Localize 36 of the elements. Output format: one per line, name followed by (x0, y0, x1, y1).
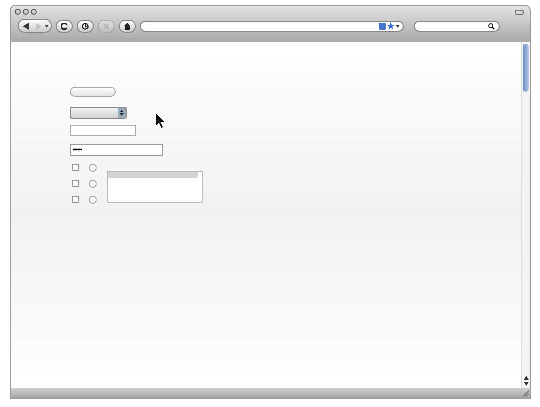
dropdown-caret-icon[interactable] (45, 24, 51, 28)
search-icon (488, 22, 495, 30)
zoom-icon[interactable] (31, 9, 37, 15)
reload-icon (61, 22, 68, 30)
history-button[interactable] (77, 20, 94, 32)
stop-icon (103, 22, 110, 30)
radio-button[interactable] (89, 164, 97, 172)
search-field[interactable] (414, 20, 500, 32)
caret-icon[interactable] (396, 24, 400, 28)
close-icon[interactable] (15, 9, 21, 15)
reload-button[interactable] (56, 20, 73, 32)
checkbox[interactable] (72, 180, 79, 187)
checkbox[interactable] (72, 196, 79, 203)
dropdown-select[interactable] (70, 107, 127, 119)
mouse-pointer-icon (156, 113, 166, 129)
scroll-down-icon[interactable] (524, 382, 528, 386)
minimize-icon[interactable] (23, 9, 29, 15)
address-bar[interactable] (140, 20, 404, 32)
push-button[interactable] (70, 87, 116, 97)
home-button[interactable] (119, 20, 136, 32)
star-icon[interactable] (387, 22, 395, 30)
clock-icon (82, 22, 89, 30)
rss-icon[interactable] (379, 22, 386, 30)
scroll-up-icon[interactable] (524, 376, 528, 380)
checkbox[interactable] (72, 164, 79, 171)
list-box[interactable] (107, 171, 203, 203)
stepper-icon (118, 108, 126, 118)
radio-button[interactable] (89, 180, 97, 188)
scroll-thumb[interactable] (523, 44, 529, 92)
text-field[interactable] (70, 125, 136, 136)
home-icon (124, 22, 131, 30)
resize-grip-icon[interactable] (521, 389, 529, 397)
radio-button[interactable] (89, 196, 97, 204)
back-arrow-icon (23, 22, 29, 30)
toolbar-toggle-icon[interactable] (515, 10, 524, 15)
forward-arrow-icon (36, 22, 42, 30)
